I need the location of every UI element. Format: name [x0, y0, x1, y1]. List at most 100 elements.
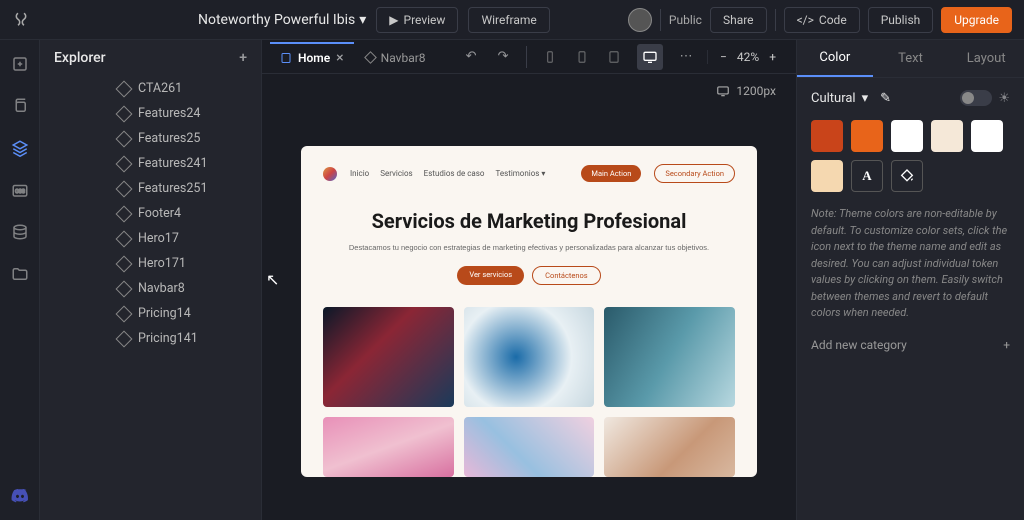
wireframe-button[interactable]: Wireframe [468, 7, 549, 33]
color-swatch[interactable] [931, 120, 963, 152]
theme-dropdown[interactable]: Cultural ▾ ✎ [811, 91, 891, 106]
tree-item-label: Hero171 [138, 256, 186, 271]
tree-item-label: Features24 [138, 106, 200, 121]
visibility-label: Public [669, 13, 702, 27]
device-mobile-icon[interactable] [541, 48, 559, 66]
zoom-value[interactable]: 42% [737, 50, 759, 64]
edit-icon[interactable]: ✎ [880, 91, 891, 106]
rail-add-icon[interactable] [8, 52, 32, 76]
canvas-artboard[interactable]: Inicio Servicios Estudios de caso Testim… [301, 146, 757, 477]
tree-item[interactable]: Hero17 [40, 226, 261, 251]
publish-button[interactable]: Publish [868, 7, 934, 33]
avatar[interactable] [628, 8, 652, 32]
plus-icon: + [1003, 338, 1010, 352]
artboard-image-tile [604, 417, 735, 477]
rail-layers-icon[interactable] [8, 136, 32, 160]
divider [660, 9, 661, 31]
device-mobile-lg-icon[interactable] [573, 48, 591, 66]
nav-link: Inicio [350, 169, 369, 178]
nav-link: Estudios de caso [424, 169, 485, 178]
zoom-out-icon[interactable]: − [720, 50, 727, 64]
zoom-in-icon[interactable]: + [769, 50, 776, 64]
component-icon [116, 105, 133, 122]
explorer-add-icon[interactable]: + [239, 50, 247, 66]
undo-icon[interactable]: ↶ [462, 48, 480, 66]
component-icon [116, 230, 133, 247]
component-icon [116, 80, 133, 97]
component-icon [364, 51, 377, 64]
divider [775, 9, 776, 31]
artboard-image-tile [464, 417, 595, 477]
tab-home[interactable]: Home × [270, 42, 354, 72]
tree-item[interactable]: Features241 [40, 151, 261, 176]
rail-database-icon[interactable] [8, 220, 32, 244]
caret-down-icon: ▾ [862, 91, 869, 106]
upgrade-button[interactable]: Upgrade [941, 7, 1012, 33]
artboard-subheading: Destacamos tu negocio con estrategias de… [323, 243, 735, 252]
tree-item[interactable]: Hero171 [40, 251, 261, 276]
cursor-icon: ↖ [266, 270, 279, 289]
close-icon[interactable]: × [336, 50, 343, 66]
artboard-secondary-btn: Contáctenos [532, 266, 600, 285]
more-icon[interactable]: ⋯ [677, 48, 695, 66]
tree-item[interactable]: Navbar8 [40, 276, 261, 301]
rail-folder-icon[interactable] [8, 262, 32, 286]
divider [526, 46, 527, 68]
device-desktop-icon[interactable] [637, 44, 663, 70]
dark-mode-toggle[interactable] [960, 90, 992, 106]
artboard-image-tile [464, 307, 595, 407]
component-icon [116, 130, 133, 147]
color-swatch[interactable] [891, 120, 923, 152]
color-swatch[interactable] [811, 120, 843, 152]
nav-link: Testimonios ▾ [495, 169, 545, 178]
color-swatch[interactable] [851, 120, 883, 152]
tree-item[interactable]: Footer4 [40, 201, 261, 226]
explorer-title: Explorer [54, 50, 106, 66]
add-category-button[interactable]: Add new category + [811, 338, 1010, 352]
tree-item-label: Navbar8 [138, 281, 185, 296]
tree-item[interactable]: Features24 [40, 101, 261, 126]
preview-button[interactable]: ▶ Preview [376, 7, 458, 33]
component-icon [116, 180, 133, 197]
device-tablet-icon[interactable] [605, 48, 623, 66]
tab-label: Home [298, 51, 330, 65]
tree-item[interactable]: Features251 [40, 176, 261, 201]
component-icon [116, 330, 133, 347]
color-swatch[interactable] [811, 160, 843, 192]
rail-duplicate-icon[interactable] [8, 94, 32, 118]
color-swatch[interactable] [971, 120, 1003, 152]
tree-item-label: CTA261 [138, 81, 182, 96]
text-color-tool[interactable]: A [851, 160, 883, 192]
tree-item[interactable]: Pricing14 [40, 301, 261, 326]
tree-item[interactable]: Pricing141 [40, 326, 261, 351]
page-icon [280, 52, 292, 64]
redo-icon[interactable]: ↷ [494, 48, 512, 66]
component-icon [116, 155, 133, 172]
tree-item[interactable]: Features25 [40, 126, 261, 151]
artboard-image-tile [323, 307, 454, 407]
app-logo-icon[interactable] [12, 11, 30, 29]
play-icon: ▶ [389, 13, 398, 27]
nav-link: Servicios [380, 169, 412, 178]
tree-item-label: Pricing141 [138, 331, 198, 346]
breakpoint-label: 1200px [716, 84, 776, 98]
artboard-main-action: Main Action [581, 165, 641, 182]
tree-item-label: Footer4 [138, 206, 181, 221]
tree-item[interactable]: CTA261 [40, 76, 261, 101]
tab-navbar8[interactable]: Navbar8 [356, 43, 436, 71]
panel-tab-layout[interactable]: Layout [948, 40, 1024, 77]
panel-tab-text[interactable]: Text [873, 40, 949, 77]
fill-tool-icon[interactable] [891, 160, 923, 192]
svg-text:CSS: CSS [15, 189, 25, 195]
project-name-dropdown[interactable]: Noteworthy Powerful Ibis ▾ [198, 12, 366, 28]
rail-css-icon[interactable]: CSS [8, 178, 32, 202]
share-button[interactable]: Share [710, 7, 767, 33]
artboard-image-tile [323, 417, 454, 477]
tree-item-label: Pricing14 [138, 306, 191, 321]
rail-discord-icon[interactable] [8, 484, 32, 508]
preview-label: Preview [404, 13, 446, 27]
artboard-secondary-action: Secondary Action [654, 164, 735, 183]
artboard-heading: Servicios de Marketing Profesional [323, 209, 735, 233]
code-button[interactable]: </> Code [784, 7, 860, 33]
panel-tab-color[interactable]: Color [797, 40, 873, 77]
